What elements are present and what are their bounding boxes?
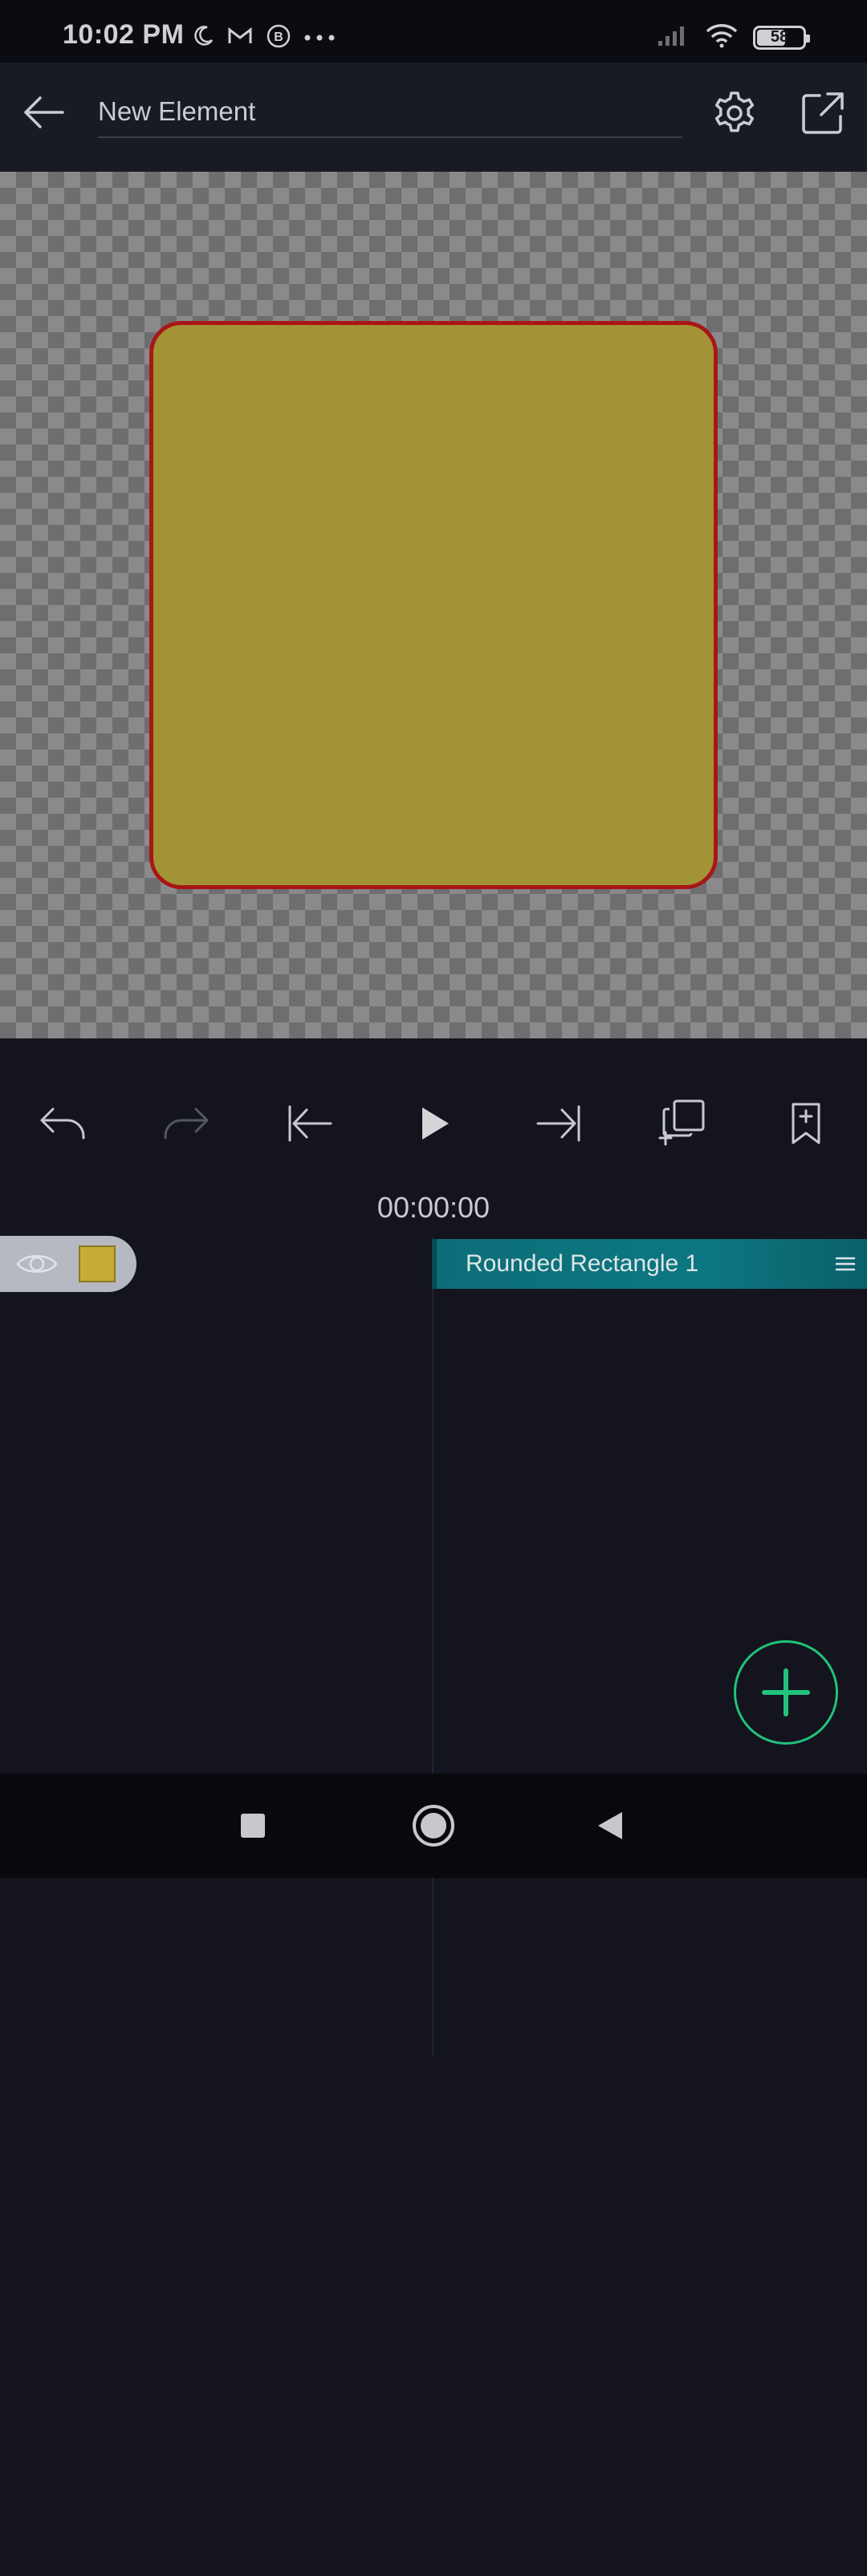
battery-icon: 58 xyxy=(753,25,810,50)
system-nav-bar xyxy=(0,1774,867,1878)
layer-controls xyxy=(0,1236,136,1292)
status-time: 10:02 PM xyxy=(63,19,185,50)
external-link-icon xyxy=(802,92,844,134)
duplicate-button[interactable] xyxy=(642,1083,722,1164)
undo-icon xyxy=(40,1107,85,1140)
battery-level: 58 xyxy=(770,28,789,46)
jump-to-start-button[interactable] xyxy=(270,1083,350,1164)
undo-button[interactable] xyxy=(22,1083,103,1164)
skip-end-icon xyxy=(536,1105,580,1142)
layer-clip[interactable]: Rounded Rectangle 1 xyxy=(432,1239,867,1289)
bookmark-add-icon xyxy=(792,1103,820,1144)
export-button[interactable] xyxy=(795,85,851,141)
more-dots-icon xyxy=(303,31,336,46)
b-icon: B xyxy=(265,22,292,54)
back-button[interactable] xyxy=(18,87,69,138)
element-title-input[interactable]: New Element xyxy=(98,87,682,138)
status-icons-left: B xyxy=(191,22,336,54)
add-element-button[interactable] xyxy=(734,1640,838,1745)
skip-start-icon xyxy=(288,1105,332,1142)
redo-button[interactable] xyxy=(146,1083,226,1164)
home-circle-icon xyxy=(413,1805,454,1847)
recents-square-icon xyxy=(241,1814,265,1838)
gmail-icon xyxy=(226,24,254,52)
signal-icon xyxy=(657,23,690,51)
app-bar: New Element xyxy=(0,63,867,172)
hamburger-menu-icon xyxy=(835,1257,856,1271)
editor-canvas[interactable] xyxy=(0,172,867,1038)
back-triangle-icon xyxy=(598,1812,622,1839)
gear-icon xyxy=(714,91,755,132)
timecode: 00:00:00 xyxy=(377,1191,490,1224)
visibility-toggle[interactable] xyxy=(14,1244,59,1284)
svg-text:B: B xyxy=(274,30,283,44)
play-icon xyxy=(422,1107,449,1140)
arrow-left-icon xyxy=(24,96,64,128)
duplicate-icon xyxy=(658,1099,705,1146)
status-bar: 10:02 PM B 58 xyxy=(0,0,867,63)
playback-toolbar xyxy=(0,1083,867,1164)
moon-icon xyxy=(191,24,215,52)
system-back-button[interactable] xyxy=(582,1798,638,1854)
home-button[interactable] xyxy=(405,1798,462,1854)
playhead-line[interactable] xyxy=(432,1237,434,2056)
eye-icon xyxy=(16,1255,58,1273)
layer-color-swatch[interactable] xyxy=(79,1245,116,1282)
redo-icon xyxy=(164,1107,209,1140)
layer-clip-label: Rounded Rectangle 1 xyxy=(466,1250,699,1277)
jump-to-end-button[interactable] xyxy=(519,1083,599,1164)
recents-button[interactable] xyxy=(225,1798,281,1854)
wifi-icon xyxy=(705,22,739,52)
plus-icon xyxy=(762,1668,810,1717)
clip-menu-button[interactable] xyxy=(833,1252,857,1276)
status-icons-right: 58 xyxy=(657,22,810,52)
rounded-rectangle-shape[interactable] xyxy=(149,321,718,889)
settings-button[interactable] xyxy=(706,85,763,141)
play-button[interactable] xyxy=(395,1083,475,1164)
bookmark-button[interactable] xyxy=(766,1083,846,1164)
